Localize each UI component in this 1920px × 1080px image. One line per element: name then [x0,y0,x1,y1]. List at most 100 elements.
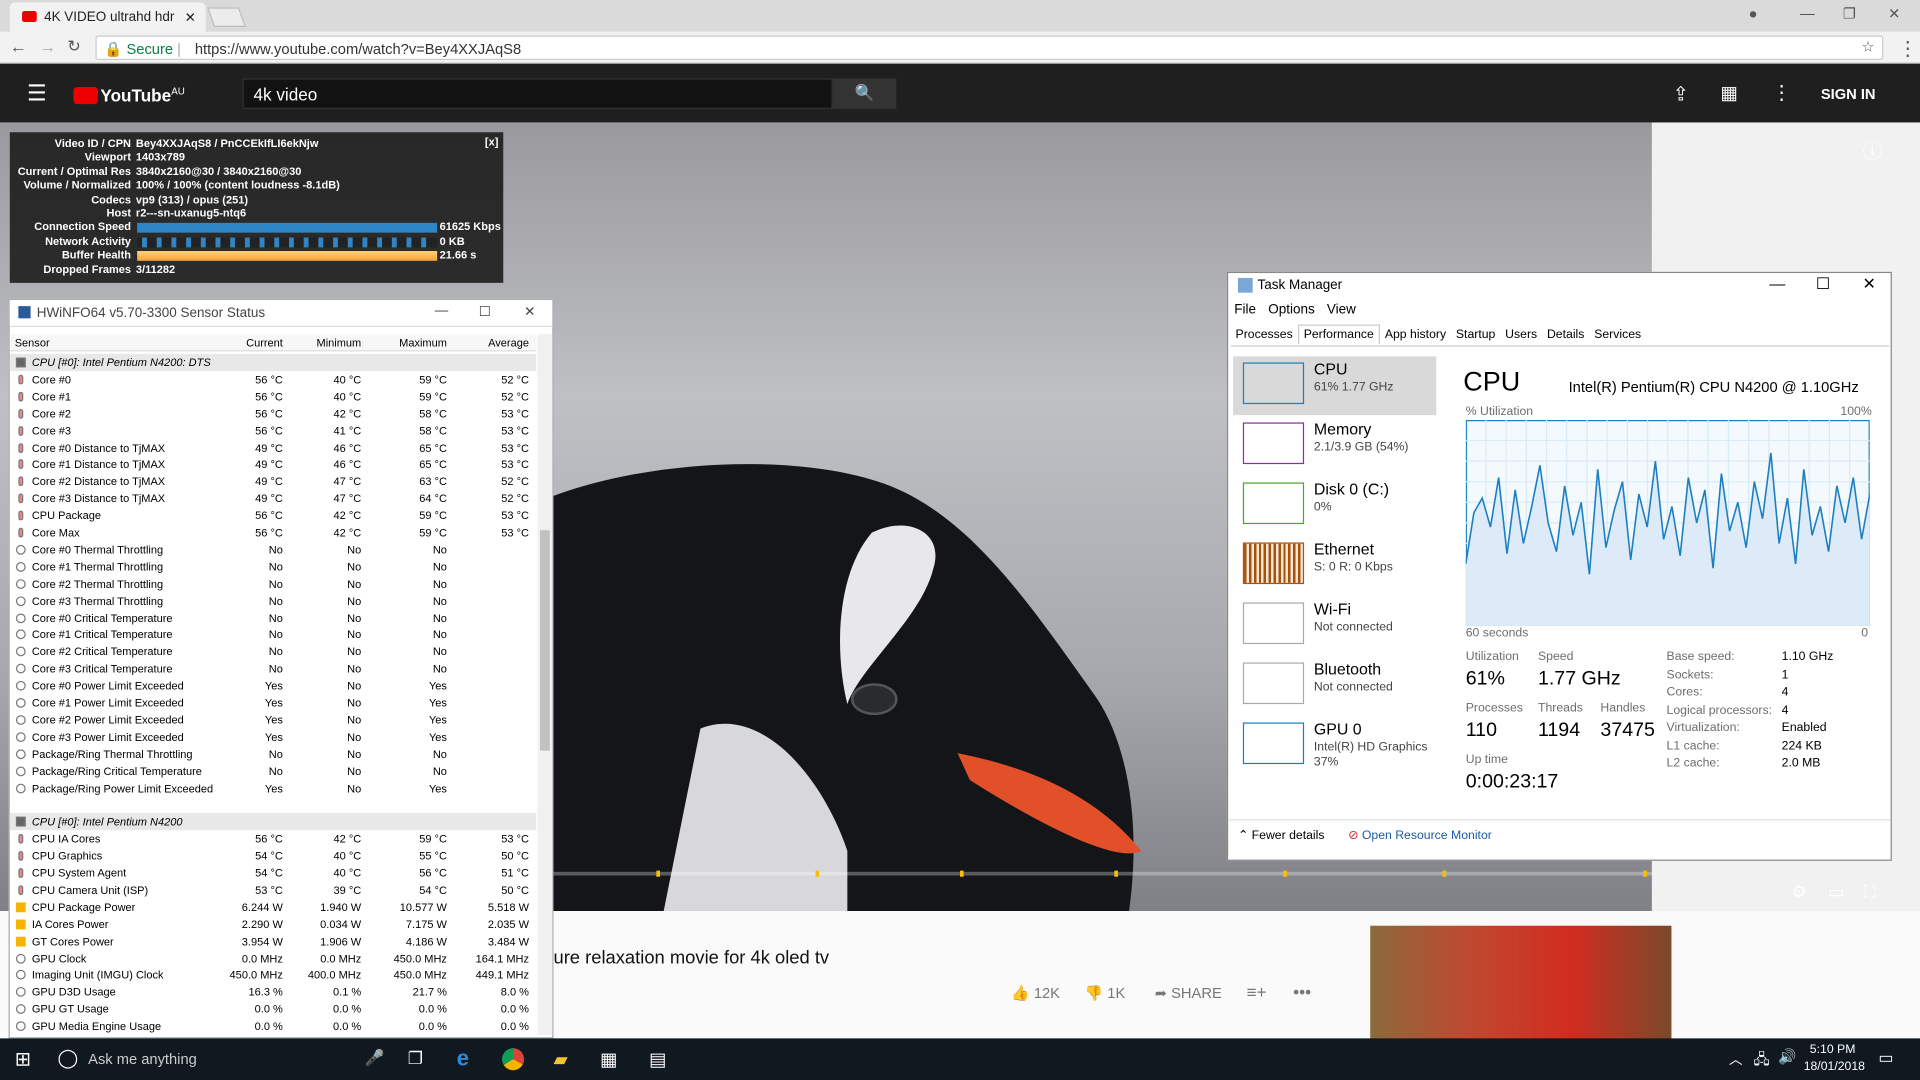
table-row[interactable]: Core #1 Distance to TjMAX 49 °C 46 °C 65 °C… [10,456,537,473]
column-header[interactable]: Minimum [317,337,362,349]
table-row[interactable]: CPU [#0]: Intel Pentium N4200: DTS [9,353,537,372]
cortana-icon[interactable]: ◯ [58,1047,79,1069]
youtube-logo[interactable]: YouTubeAU [73,86,185,105]
column-header[interactable]: Current [246,337,283,349]
theater-mode-icon[interactable]: ▭ [1828,882,1844,903]
microphone-icon[interactable]: 🎤 [365,1048,385,1068]
table-row[interactable]: Core #0 Distance to TjMAX 49 °C 46 °C 65 °C… [10,439,537,456]
windows-start-icon[interactable]: ⊞ [15,1047,31,1071]
url-input[interactable]: 🔒 Secure | https://www.youtube.com/watch… [95,35,1884,61]
table-row[interactable]: Core #2 Power Limit Exceeded Yes No Yes [10,711,537,728]
edge-icon[interactable]: e [457,1046,469,1072]
table-row[interactable]: Package/Ring Power Limit Exceeded Yes No Ye… [10,779,537,796]
restore-icon[interactable]: ❐ [1843,5,1856,22]
table-row[interactable]: Core #1 56 °C 40 °C 59 °C 52 °C [10,388,537,405]
tab-users[interactable]: Users [1500,326,1542,344]
table-row[interactable]: CPU Camera Unit (ISP) 53 °C 39 °C 54 °C 50 °… [10,882,537,899]
table-row[interactable]: Core #2 Distance to TjMAX 49 °C 47 °C 63 °C… [10,473,537,490]
table-row[interactable]: Core Max 56 °C 42 °C 59 °C 53 °C [10,524,537,541]
table-row[interactable]: Core #0 Thermal Throttling No No No [10,541,537,558]
tab-details[interactable]: Details [1542,326,1589,344]
like-button[interactable]: 👍 12K [1011,984,1060,1001]
table-row[interactable]: CPU IA Cores 56 °C 42 °C 59 °C 53 °C [10,830,537,847]
table-row[interactable]: CPU System Agent 54 °C 40 °C 56 °C 51 °C [10,864,537,881]
minimize-icon[interactable]: — [435,304,448,319]
open-resource-monitor-link[interactable]: ⊘ Open Resource Monitor [1348,829,1492,842]
resource-item-disk[interactable]: Disk 0 (C:) 0% [1233,476,1436,535]
table-row[interactable]: Core #3 Thermal Throttling No No No [10,592,537,609]
dislike-button[interactable]: 👎 1K [1085,984,1125,1001]
close-icon[interactable]: ✕ [185,10,196,26]
resource-item-wi-fi[interactable]: Wi-Fi Not connected [1233,596,1436,655]
search-input[interactable]: 4k video [242,78,833,109]
info-icon[interactable]: ⓘ [1862,135,1882,164]
tab-processes[interactable]: Processes [1231,326,1298,344]
tray-chevron-icon[interactable]: ︿ [1729,1049,1742,1069]
taskbar-search-input[interactable]: Ask me anything [88,1051,197,1068]
table-row[interactable]: Core #0 Power Limit Exceeded Yes No Yes [10,677,537,694]
back-icon[interactable]: ← [10,37,27,57]
menu-item[interactable]: Options [1268,302,1314,317]
table-row[interactable]: CPU Graphics 54 °C 40 °C 55 °C 50 °C [10,847,537,864]
video-progress-bar[interactable] [553,870,1652,877]
search-button[interactable]: 🔍 [832,78,897,109]
tab-startup[interactable]: Startup [1451,326,1500,344]
close-icon[interactable]: ✕ [1862,274,1875,294]
more-actions-icon[interactable]: ••• [1293,982,1311,1002]
column-header[interactable]: Maximum [399,337,447,349]
table-row[interactable]: CPU [#0]: Intel Pentium N4200 [9,813,537,831]
reload-icon[interactable]: ↻ [67,37,80,57]
profile-icon[interactable]: ● [1749,5,1758,22]
tab-performance[interactable]: Performance [1297,324,1380,345]
table-row[interactable]: GT Cores Power 3.954 W 1.906 W 4.186 W 3.484… [10,933,537,950]
table-row[interactable]: IA Cores Power 2.290 W 0.034 W 7.175 W 2.035… [10,916,537,933]
table-row[interactable]: Core #3 56 °C 41 °C 58 °C 53 °C [10,422,537,439]
table-row[interactable]: GPU Clock 0.0 MHz 0.0 MHz 450.0 MHz 164.1 MH… [10,950,537,967]
column-header[interactable]: Average [488,337,529,349]
table-row[interactable]: Core #1 Thermal Throttling No No No [10,558,537,575]
tab-services[interactable]: Services [1589,326,1646,344]
table-row[interactable]: Core #2 56 °C 42 °C 58 °C 53 °C [10,405,537,422]
table-row[interactable]: Core #2 Thermal Throttling No No No [10,575,537,592]
add-to-playlist-icon[interactable]: ≡+ [1247,982,1267,1002]
scrollbar[interactable] [537,334,553,1035]
table-row[interactable]: Core #2 Critical Temperature No No No [10,643,537,660]
table-row[interactable]: CPU Package Power 6.244 W 1.940 W 10.577 W 5… [10,899,537,916]
table-row[interactable]: Core #1 Power Limit Exceeded Yes No Yes [10,694,537,711]
file-explorer-icon[interactable]: ▰ [553,1048,567,1070]
resource-item-bluetooth[interactable]: Bluetooth Not connected [1233,656,1436,715]
table-row[interactable]: GPU GT Usage 0.0 % 0.0 % 0.0 % 0.0 % [10,1001,537,1018]
close-icon[interactable]: ✕ [524,304,535,320]
bookmark-star-icon[interactable]: ☆ [1862,38,1875,55]
table-row[interactable] [10,796,537,813]
apps-grid-icon[interactable]: ▦ [1720,82,1737,104]
task-view-icon[interactable]: ❐ [408,1048,423,1069]
table-row[interactable]: Imaging Unit (IMGU) Clock 450.0 MHz 400.0 … [10,967,537,984]
close-icon[interactable]: ✕ [1888,5,1900,22]
resource-item-ethernet[interactable]: Ethernet S: 0 R: 0 Kbps [1233,536,1436,595]
table-row[interactable]: Core #3 Power Limit Exceeded Yes No Yes [10,728,537,745]
table-row[interactable]: GPU D3D Usage 16.3 % 0.1 % 21.7 % 8.0 % [10,984,537,1001]
hamburger-menu-icon[interactable]: ☰ [27,81,47,107]
maximize-icon[interactable]: ☐ [1816,274,1830,294]
menu-dots-icon[interactable]: ⋮ [1898,37,1918,61]
share-button[interactable]: ➦ SHARE [1155,984,1222,1001]
minimize-icon[interactable]: — [1769,274,1785,292]
forward-icon[interactable]: → [39,37,56,57]
new-tab-button[interactable] [207,7,247,27]
table-row[interactable]: Package/Ring Thermal Throttling No No No [10,745,537,762]
hwinfo-taskbar-icon[interactable]: ▦ [600,1048,617,1070]
minimize-icon[interactable]: — [1800,5,1815,22]
upload-icon[interactable]: ⇪ [1673,82,1689,106]
more-icon[interactable]: ⋮ [1772,81,1792,105]
resource-item-cpu[interactable]: CPU 61% 1.77 GHz [1233,356,1437,416]
chrome-icon[interactable] [502,1048,525,1071]
browser-tab[interactable]: 4K VIDEO ultrahd hdr ✕ [9,2,206,32]
tab-app-history[interactable]: App history [1380,326,1451,344]
settings-gear-icon[interactable]: ⚙ [1791,882,1806,903]
table-row[interactable]: Core #0 56 °C 40 °C 59 °C 52 °C [10,371,537,388]
table-row[interactable]: Core #3 Critical Temperature No No No [10,660,537,677]
network-icon[interactable]: 🖧 [1753,1048,1769,1074]
clock-time[interactable]: 5:10 PM [1810,1043,1856,1056]
task-manager-taskbar-icon[interactable]: ▤ [649,1048,666,1070]
